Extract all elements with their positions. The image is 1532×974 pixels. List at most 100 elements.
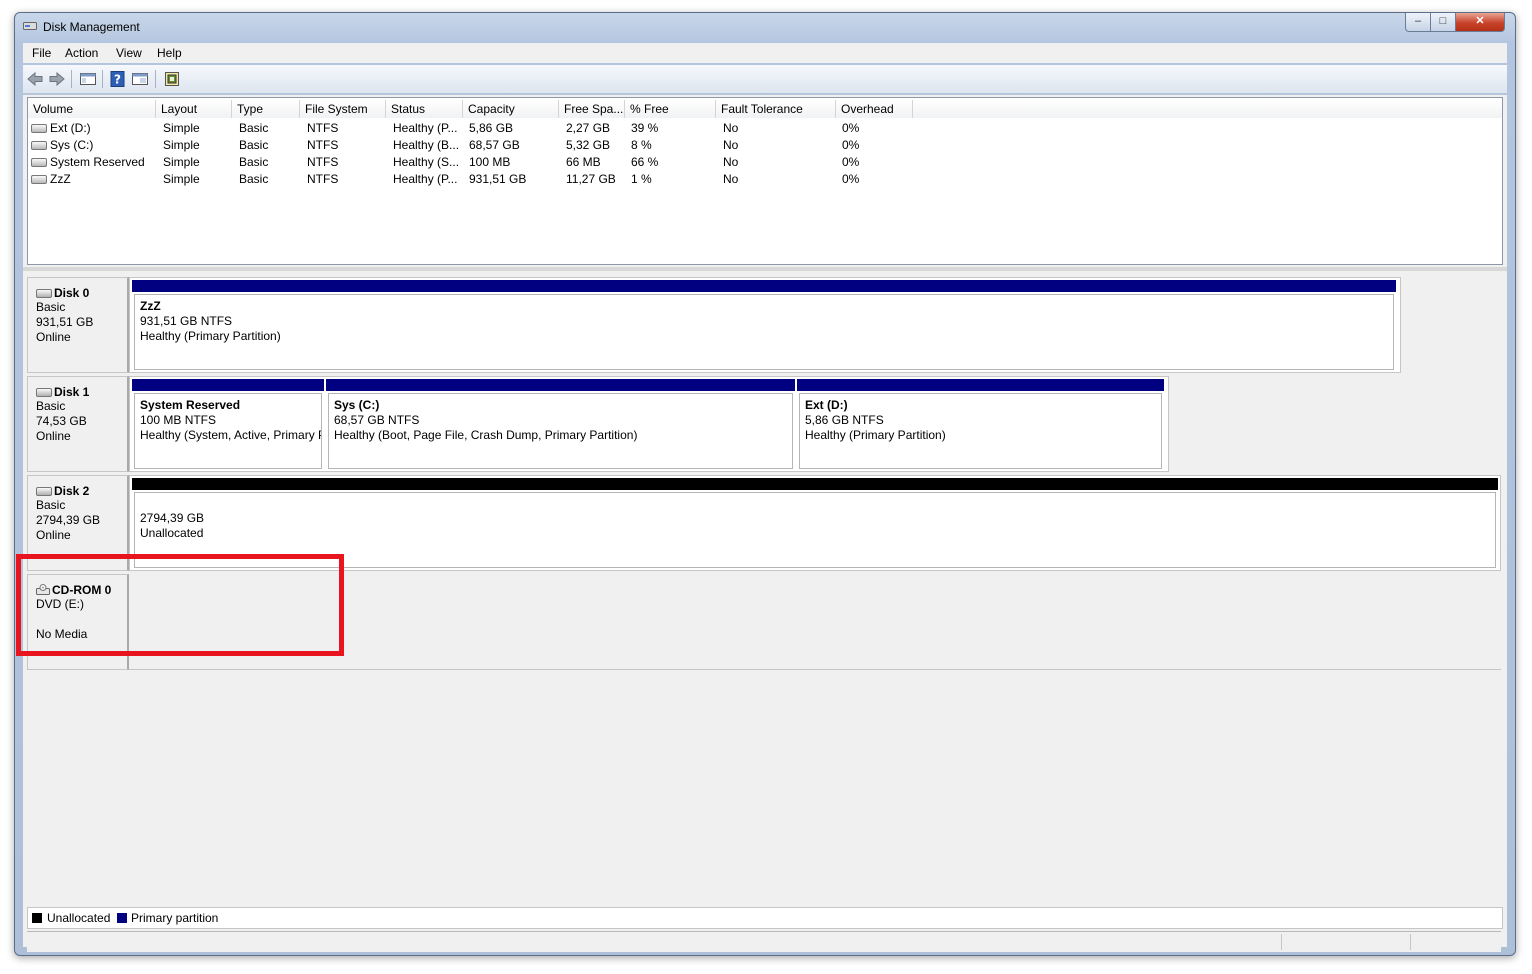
layout-cell: Simple: [163, 121, 200, 135]
forward-arrow-icon[interactable]: [48, 70, 66, 88]
free-space-cell: 5,32 GB: [566, 138, 611, 152]
column-header-free-space[interactable]: Free Spa...: [559, 100, 625, 118]
disk-type: Basic: [36, 399, 66, 413]
partition-detail: 5,86 GB NTFS: [805, 413, 884, 427]
partition-unallocated[interactable]: 2794,39 GB Unallocated: [132, 478, 1498, 568]
partition-name: Ext (D:): [805, 398, 848, 412]
partition-zzz[interactable]: ZzZ 931,51 GB NTFS Healthy (Primary Part…: [132, 280, 1396, 370]
volume-cell: System Reserved: [31, 155, 145, 169]
toolbar-separator: [102, 70, 103, 88]
column-header-overhead[interactable]: Overhead: [836, 100, 913, 118]
partition-detail: 931,51 GB NTFS: [140, 314, 233, 328]
disk-info-1[interactable]: Disk 1 Basic 74,53 GB Online: [27, 376, 129, 472]
disk-icon: [36, 486, 52, 496]
partition-detail: 100 MB NTFS: [140, 413, 217, 427]
fault-tolerance-cell: No: [723, 172, 739, 186]
layout-cell: Simple: [163, 155, 200, 169]
disk-state: Online: [36, 429, 71, 443]
menu-view[interactable]: View: [116, 46, 142, 60]
type-cell: Basic: [239, 121, 269, 135]
free-space-cell: 2,27 GB: [566, 121, 611, 135]
maximize-button[interactable]: □: [1430, 13, 1456, 32]
disk-management-app-icon: [23, 22, 37, 30]
legend-label-primary: Primary partition: [131, 911, 219, 925]
help-icon[interactable]: ?: [109, 70, 127, 88]
partition-status: Healthy (Primary Partition): [140, 329, 281, 343]
table-row[interactable]: Ext (D:) Simple Basic NTFS Healthy (P...…: [28, 121, 1502, 138]
partition-status: Healthy (System, Active, Primary P: [140, 428, 322, 442]
disk-partitions-2: 2794,39 GB Unallocated: [129, 475, 1501, 571]
partition-ext-d[interactable]: Ext (D:) 5,86 GB NTFS Healthy (Primary P…: [797, 379, 1164, 469]
settings-icon[interactable]: [163, 70, 181, 88]
column-header-volume[interactable]: Volume: [28, 100, 156, 118]
disk-size: 2794,39 GB: [36, 513, 101, 527]
file-system-cell: NTFS: [307, 155, 339, 169]
status-bar: [27, 931, 1501, 952]
column-header-file-system[interactable]: File System: [300, 100, 386, 118]
cdrom-icon: [36, 584, 50, 595]
capacity-cell: 100 MB: [469, 155, 511, 169]
volume-cell: ZzZ: [31, 172, 71, 186]
drive-icon: [31, 175, 47, 185]
minimize-button[interactable]: ‒: [1405, 13, 1431, 32]
partition-status: Unallocated: [140, 526, 204, 540]
disk-type: DVD (E:): [36, 597, 84, 611]
primary-partition-bar: [132, 280, 1396, 292]
primary-partition-bar: [797, 379, 1164, 391]
overhead-cell: 0%: [842, 155, 860, 169]
disk-partitions-1: System Reserved 100 MB NTFS Healthy (Sys…: [129, 376, 1169, 472]
drive-icon: [31, 141, 47, 151]
status-cell: Healthy (S...: [393, 155, 460, 169]
menu-file[interactable]: File: [32, 46, 51, 60]
partition-name: System Reserved: [140, 398, 241, 412]
disk-info-0[interactable]: Disk 0 Basic 931,51 GB Online: [27, 277, 129, 373]
volume-cell: Ext (D:): [31, 121, 91, 135]
volume-list[interactable]: Volume Layout Type File System Status Ca…: [27, 97, 1503, 265]
back-arrow-icon[interactable]: [26, 70, 44, 88]
partition-system-reserved[interactable]: System Reserved 100 MB NTFS Healthy (Sys…: [132, 379, 324, 469]
partition-detail: 68,57 GB NTFS: [334, 413, 420, 427]
disk-name: Disk 2: [54, 484, 90, 498]
capacity-cell: 68,57 GB: [469, 138, 520, 152]
svg-text:?: ?: [114, 73, 121, 87]
table-row[interactable]: ZzZ Simple Basic NTFS Healthy (P... 931,…: [28, 172, 1502, 189]
table-row[interactable]: System Reserved Simple Basic NTFS Health…: [28, 155, 1502, 172]
partition-name: Sys (C:): [334, 398, 380, 412]
pane-splitter[interactable]: [23, 267, 1507, 271]
column-header-layout[interactable]: Layout: [156, 100, 232, 118]
overhead-cell: 0%: [842, 121, 860, 135]
close-button[interactable]: ✕: [1455, 13, 1505, 32]
column-header-type[interactable]: Type: [232, 100, 300, 118]
disk-state: Online: [36, 528, 71, 542]
column-header-status[interactable]: Status: [386, 100, 463, 118]
disk-size: 74,53 GB: [36, 414, 87, 428]
disk-type: Basic: [36, 498, 66, 512]
menu-bar: File Action View Help: [23, 43, 1507, 63]
column-header-percent-free[interactable]: % Free: [625, 100, 716, 118]
toolbar-separator: [155, 70, 156, 88]
type-cell: Basic: [239, 172, 269, 186]
column-header-fault-tolerance[interactable]: Fault Tolerance: [716, 100, 836, 118]
layout-cell: Simple: [163, 138, 200, 152]
partition-sys-c[interactable]: Sys (C:) 68,57 GB NTFS Healthy (Boot, Pa…: [326, 379, 795, 469]
capacity-cell: 931,51 GB: [469, 172, 527, 186]
table-row[interactable]: Sys (C:) Simple Basic NTFS Healthy (B...…: [28, 138, 1502, 155]
primary-partition-bar: [326, 379, 795, 391]
partition-status: Healthy (Primary Partition): [805, 428, 946, 442]
menu-help[interactable]: Help: [157, 46, 182, 60]
disk-icon: [36, 288, 52, 298]
disk-info-cdrom[interactable]: CD-ROM 0 DVD (E:) No Media: [27, 574, 129, 670]
title-bar[interactable]: Disk Management ‒ □ ✕: [15, 13, 1515, 41]
fault-tolerance-cell: No: [723, 138, 739, 152]
console-tree-icon[interactable]: [79, 70, 97, 88]
properties-icon[interactable]: [131, 70, 149, 88]
column-header-capacity[interactable]: Capacity: [463, 100, 559, 118]
status-separator: [1410, 934, 1411, 950]
disk-info-2[interactable]: Disk 2 Basic 2794,39 GB Online: [27, 475, 129, 571]
file-system-cell: NTFS: [307, 138, 339, 152]
menu-action[interactable]: Action: [65, 46, 98, 60]
unallocated-bar: [132, 478, 1498, 490]
drive-icon: [31, 124, 47, 134]
disk-partitions-0: ZzZ 931,51 GB NTFS Healthy (Primary Part…: [129, 277, 1401, 373]
disk-name: Disk 1: [54, 385, 90, 399]
